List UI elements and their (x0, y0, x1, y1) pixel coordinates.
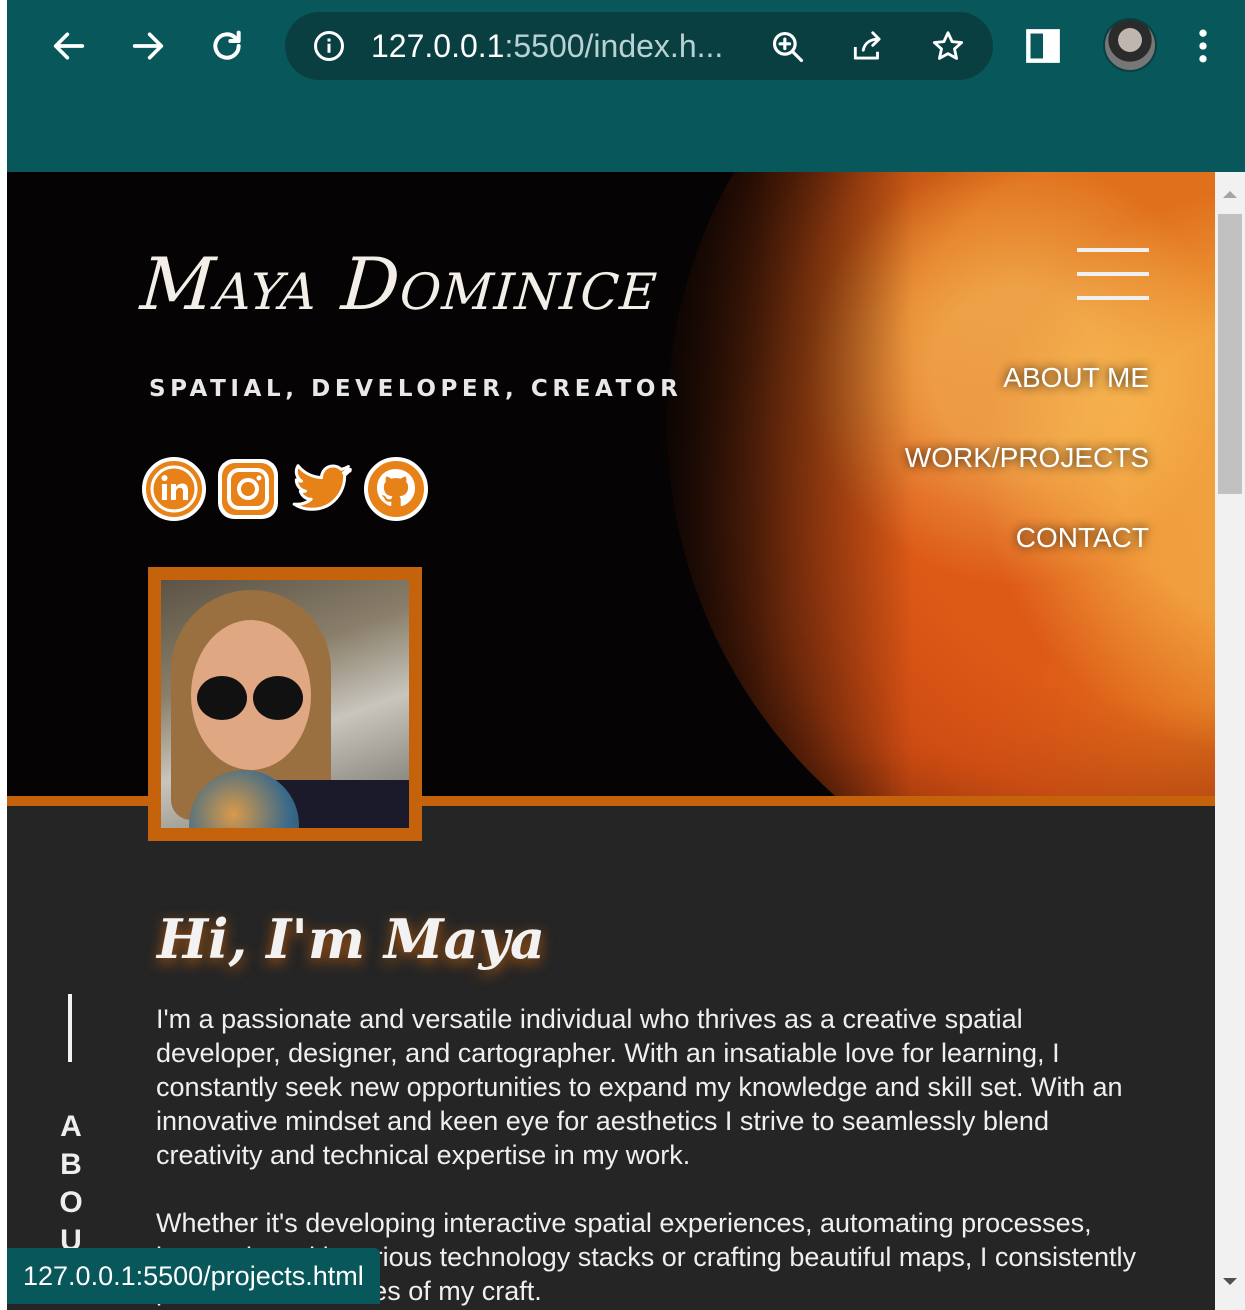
about-heading: Hi, I'm Maya (157, 907, 545, 971)
twitter-link[interactable] (288, 455, 356, 523)
address-bar[interactable]: 127.0.0.1:5500/index.h... (285, 12, 993, 80)
site-title: Maya Dominice (138, 242, 661, 326)
link-status-bubble: 127.0.0.1:5500/projects.html (7, 1248, 380, 1304)
bookmark-star-icon[interactable] (929, 28, 967, 66)
forward-button[interactable] (124, 22, 172, 70)
back-button[interactable] (45, 22, 93, 70)
menu-item-about-me[interactable]: ABOUT ME (905, 358, 1149, 438)
arrow-left-icon (53, 32, 85, 60)
browser-toolbar: 127.0.0.1:5500/index.h... (7, 0, 1245, 172)
hamburger-line (1077, 272, 1149, 276)
about-paragraph: I'm a passionate and versatile individua… (156, 1004, 1123, 1170)
kebab-menu-icon[interactable] (1181, 24, 1225, 68)
reload-button[interactable] (203, 22, 251, 70)
hamburger-menu-button[interactable] (1077, 248, 1149, 302)
twitter-icon (292, 464, 352, 511)
scroll-up-arrow-icon[interactable] (1215, 184, 1245, 204)
instagram-link[interactable] (214, 455, 282, 523)
section-side-bar (68, 994, 72, 1062)
url-path: :5500/index.h... (504, 28, 724, 64)
linkedin-link[interactable] (140, 455, 208, 523)
side-label-letter: B (60, 1148, 82, 1181)
profile-photo-image (161, 580, 409, 828)
side-label-letter: A (60, 1110, 82, 1143)
site-info-icon[interactable] (311, 28, 347, 64)
menu-item-work-projects[interactable]: WORK/PROJECTS (905, 438, 1149, 518)
zoom-icon[interactable] (769, 28, 807, 66)
profile-avatar[interactable] (1103, 18, 1157, 72)
menu-item-contact[interactable]: CONTACT (905, 518, 1149, 598)
tagline: SPATIAL, DEVELOPER, CREATOR (149, 376, 683, 402)
page-viewport: Maya Dominice SPATIAL, DEVELOPER, CREATO… (7, 172, 1215, 1310)
github-link[interactable] (362, 455, 430, 523)
reload-icon (213, 30, 241, 60)
arrow-right-icon (132, 32, 164, 60)
scroll-down-arrow-icon[interactable] (1215, 1272, 1245, 1292)
side-label-letter: O (59, 1186, 83, 1219)
window-edge (0, 0, 7, 1310)
url-text[interactable]: 127.0.0.1:5500/index.h... (371, 26, 723, 66)
vertical-scrollbar[interactable] (1215, 172, 1245, 1310)
photo-sunglasses-right (253, 676, 303, 720)
hamburger-line (1077, 248, 1149, 252)
instagram-icon (218, 459, 278, 519)
social-links (140, 455, 430, 523)
github-icon (364, 457, 428, 521)
hamburger-line (1077, 296, 1149, 300)
profile-photo (148, 567, 422, 841)
side-panel-icon[interactable] (1021, 24, 1065, 68)
main-menu: ABOUT ME WORK/PROJECTS CONTACT (905, 358, 1149, 598)
share-icon[interactable] (849, 28, 887, 66)
scrollbar-thumb[interactable] (1218, 214, 1242, 494)
url-host: 127.0.0.1 (371, 28, 505, 64)
section-side-label: A B O U (59, 1108, 83, 1260)
linkedin-icon (142, 457, 206, 521)
photo-sunglasses-left (197, 676, 247, 720)
